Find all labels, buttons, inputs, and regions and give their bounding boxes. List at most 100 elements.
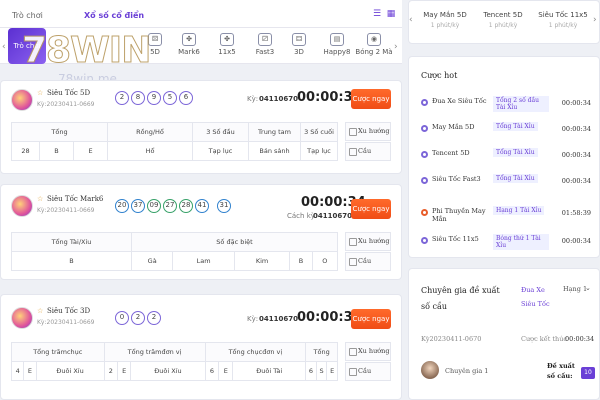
quick-games-panel: ‹ May Mắn 5D 1 phút/kỳ Tencent 5D 1 phút/k… [408, 0, 600, 44]
favorite-star-icon[interactable]: ☆ [37, 89, 43, 97]
favorite-star-icon[interactable]: ☆ [37, 195, 43, 203]
stats-table: Tổng Tài/Xỉu Số đặc biệt B Gà Lam Kim B … [11, 232, 339, 271]
suggest-value: 10 [581, 367, 595, 379]
ball-icon: ◉ [367, 33, 381, 46]
quick-game-name: Siêu Tốc 11x5 [538, 11, 588, 19]
table-header: Tổng trămđơn vị [103, 342, 206, 362]
scroll-left-icon[interactable]: ‹ [409, 15, 413, 25]
grid-view-icon[interactable]: ▦ [386, 9, 396, 19]
table-header: Tổng Tài/Xỉu [11, 232, 132, 252]
game-avatar [11, 307, 33, 329]
result-ball: 2 [131, 311, 145, 325]
lottery-card: ☆ Siêu Tốc 5D Kỳ:20230411-0669 2 8 9 5 6… [0, 80, 402, 174]
scroll-right-icon[interactable]: › [593, 15, 597, 25]
clover-icon: ✤ [182, 33, 196, 46]
expert-rank-select[interactable]: Hạng 1 [563, 285, 587, 293]
hot-bet-time: 00:00:34 [561, 151, 591, 159]
logo: 78WIN [21, 30, 151, 72]
game-tab-4[interactable]: ✤ 11x5 [208, 28, 246, 64]
game-period: Kỳ:20230411-0669 [37, 101, 95, 108]
table-header: 3 Số cuối [300, 122, 338, 142]
quick-game[interactable]: May Mắn 5D 1 phút/kỳ [417, 11, 473, 29]
game-dot-icon [421, 177, 428, 184]
bet-now-button[interactable]: Cược ngay [351, 199, 391, 219]
result-ball: 20 [115, 199, 129, 213]
dice-icon: ⚃ [292, 33, 306, 46]
quick-game[interactable]: Siêu Tốc 11x5 1 phút/kỳ [535, 11, 591, 29]
trend-button[interactable]: Xu hướng [345, 342, 391, 361]
game-avatar [11, 195, 33, 217]
bridge-button[interactable]: Cầu [345, 362, 391, 381]
hot-bet-name: Siêu Tốc 11x5 [432, 235, 479, 243]
hot-bet-row[interactable]: Siêu Tốc 11x5 Bóng thứ 1 Tài Xỉu 00:00:34 [409, 231, 600, 251]
period-value: 04110670 [259, 95, 298, 103]
chevron-down-icon[interactable]: ⌄ [585, 284, 591, 292]
game-tab-label: Happy8 [323, 48, 351, 56]
table-cell: Tạp lục [192, 141, 249, 161]
expert-name: Chuyên gia 1 [445, 367, 489, 375]
hot-bet-name: May Mắn 5D [432, 123, 475, 131]
hot-bet-tag: Hạng 1 Tài Xỉu [493, 206, 545, 215]
table-cell: Đuôi Tài [232, 361, 307, 381]
expert-period: Kỳ20230411-0670 [421, 335, 482, 343]
table-cell: E [326, 361, 338, 381]
quick-game-name: May Mắn 5D [423, 11, 467, 19]
bet-now-button[interactable]: Cược ngay [351, 89, 391, 109]
period-label: Kỳ: [247, 315, 259, 323]
trend-button[interactable]: Xu hướng [345, 232, 391, 251]
table-cell: 2 [103, 361, 119, 381]
hot-bet-row[interactable]: Đua Xe Siêu Tốc Tổng 2 số đầu Tài Xỉu 00:0… [409, 93, 600, 113]
game-tab-8[interactable]: ◉ Bóng 2 Mà [355, 28, 393, 64]
result-ball: 8 [131, 91, 145, 105]
expert-game-select[interactable]: Đua Xe Siêu Tốc [521, 283, 555, 311]
right-column: ‹ May Mắn 5D 1 phút/kỳ Tencent 5D 1 phút/k… [408, 0, 600, 400]
table-cell: Đuôi Xỉu [130, 361, 206, 381]
trend-button[interactable]: Xu hướng [345, 122, 391, 141]
table-cell: 6 [204, 361, 220, 381]
expert-result-label: Cược kết thúc [521, 335, 568, 343]
hot-bet-row[interactable]: Phi Thuyền May Mắn Hạng 1 Tài Xỉu 01:58:39 [409, 203, 600, 223]
scroll-right-icon[interactable]: › [394, 42, 398, 52]
result-ball: 5 [163, 91, 177, 105]
game-tab-7[interactable]: ▤ Happy8 [318, 28, 356, 64]
game-avatar [11, 89, 33, 111]
scroll-left-icon[interactable]: ‹ [2, 42, 6, 52]
stats-table: Tổng trămchục Tổng trămđơn vị Tổng chụcđ… [10, 342, 338, 381]
favorite-star-icon[interactable]: ☆ [37, 307, 43, 315]
hot-bet-name: Đua Xe Siêu Tốc [432, 97, 487, 105]
bet-now-button[interactable]: Cược ngay [351, 309, 391, 329]
list-view-icon[interactable]: ☰ [372, 9, 382, 19]
table-header: Tổng trămchục [11, 342, 105, 362]
hot-bet-row[interactable]: Siêu Tốc Fast3 Tổng Tài Xỉu 00:00:34 [409, 171, 600, 191]
hot-bet-time: 00:00:34 [561, 99, 591, 107]
game-dot-icon [421, 125, 428, 132]
table-cell: E [73, 141, 108, 161]
table-cell: Đuôi Xỉu [35, 361, 105, 381]
table-cell: B [11, 251, 132, 271]
hot-bet-tag: Tổng 2 số đầu Tài Xỉu [493, 96, 549, 112]
hot-bets-panel: Cược hot Đua Xe Siêu Tốc Tổng 2 số đầu Tà… [408, 56, 600, 258]
game-tab-5[interactable]: ⚂ Fast3 [246, 28, 284, 64]
result-ball: 37 [131, 199, 145, 213]
table-cell: E [218, 361, 234, 381]
hot-bet-name: Tencent 5D [432, 149, 470, 157]
result-ball: 9 [147, 91, 161, 105]
game-dot-icon [421, 209, 428, 216]
hot-bet-tag: Tổng Tài Xỉu [493, 148, 538, 157]
bridge-button[interactable]: Cầu [345, 142, 391, 161]
bridge-button[interactable]: Cầu [345, 252, 391, 271]
game-tab-6[interactable]: ⚃ 3D [280, 28, 318, 64]
game-dot-icon [421, 99, 428, 106]
tab-xo-so-co-dien[interactable]: Xổ số cổ điển [84, 11, 144, 20]
suggest-label: Đề xuất số cầu: [547, 362, 575, 380]
table-cell: 28 [11, 141, 40, 161]
hot-bet-row[interactable]: May Mắn 5D Tổng Tài Xỉu 00:00:34 [409, 119, 600, 139]
tab-tro-choi[interactable]: Trò chơi [12, 11, 43, 20]
period-label: Kỳ: [247, 95, 259, 103]
game-tab-3[interactable]: ✤ Mark6 [170, 28, 208, 64]
table-cell: Tạp lục [300, 141, 338, 161]
game-period: Kỳ:20230411-0669 [37, 319, 95, 326]
table-cell: B [39, 141, 74, 161]
hot-bet-row[interactable]: Tencent 5D Tổng Tài Xỉu 00:00:34 [409, 145, 600, 165]
quick-game[interactable]: Tencent 5D 1 phút/kỳ [475, 11, 531, 29]
